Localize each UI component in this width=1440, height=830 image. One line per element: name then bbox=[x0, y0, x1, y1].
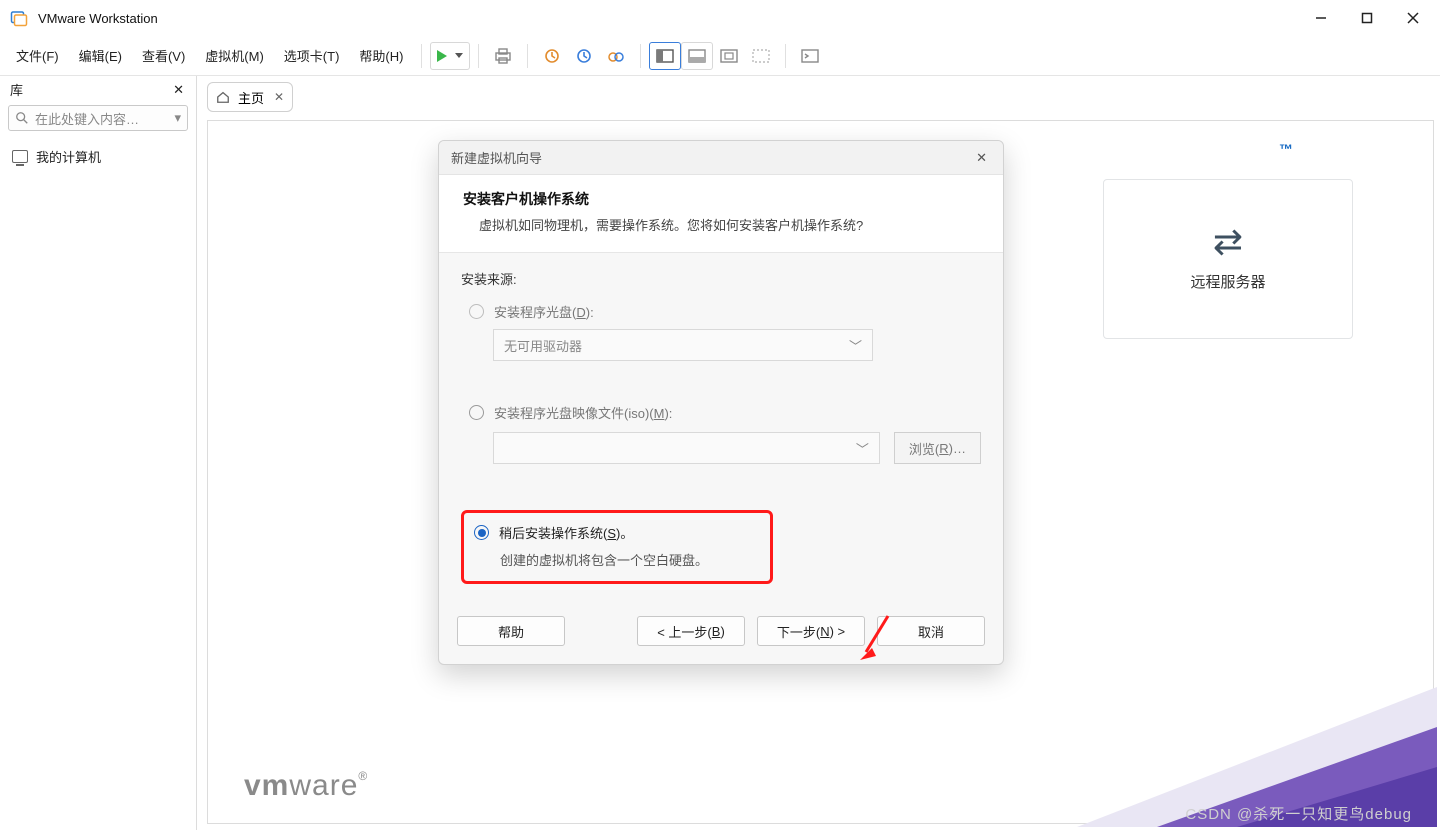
logo-rest: ware bbox=[289, 769, 358, 802]
radio-label: 安装程序光盘(D): bbox=[494, 302, 594, 321]
spacer bbox=[577, 616, 625, 646]
maximize-button[interactable] bbox=[1344, 0, 1390, 36]
chevron-down-icon: ﹀ bbox=[849, 336, 862, 355]
tab-home[interactable]: 主页 ✕ bbox=[207, 82, 293, 112]
registered-icon: ® bbox=[358, 769, 368, 783]
radio-installer-disc[interactable]: 安装程序光盘(D): bbox=[469, 302, 981, 321]
transfer-arrows-icon: ⇄ bbox=[1213, 227, 1243, 257]
library-close-icon[interactable]: ✕ bbox=[169, 82, 188, 98]
back-button[interactable]: < 上一步(B) bbox=[637, 616, 745, 646]
tab-label: 主页 bbox=[238, 88, 264, 107]
remote-server-label: 远程服务器 bbox=[1190, 271, 1265, 292]
menubar: 文件(F) 编辑(E) 查看(V) 虚拟机(M) 选项卡(T) 帮助(H) bbox=[0, 36, 1440, 76]
search-placeholder: 在此处键入内容… bbox=[35, 109, 139, 128]
snapshot-clock-blue-icon[interactable] bbox=[568, 42, 600, 70]
new-vm-wizard-dialog: 新建虚拟机向导 ✕ 安装客户机操作系统 虚拟机如同物理机，需要操作系统。您将如何… bbox=[438, 140, 1004, 665]
fullscreen-icon[interactable] bbox=[713, 42, 745, 70]
trademark-label: ™ bbox=[1279, 141, 1293, 157]
minimize-button[interactable] bbox=[1298, 0, 1344, 36]
play-icon bbox=[437, 50, 447, 62]
remote-server-card[interactable]: ⇄ 远程服务器 bbox=[1103, 179, 1353, 339]
sidebar: 库 ✕ 在此处键入内容… ▾ 我的计算机 bbox=[0, 76, 197, 830]
menu-vm[interactable]: 虚拟机(M) bbox=[195, 40, 274, 71]
library-label: 库 bbox=[10, 80, 23, 99]
console-icon[interactable] bbox=[794, 42, 826, 70]
dialog-footer: 帮助 < 上一步(B) 下一步(N) > 取消 bbox=[439, 602, 1003, 664]
power-on-button[interactable] bbox=[430, 42, 470, 70]
menu-view[interactable]: 查看(V) bbox=[132, 40, 195, 71]
separator bbox=[785, 44, 786, 68]
tab-close-icon[interactable]: ✕ bbox=[274, 90, 284, 104]
radio-icon bbox=[469, 405, 484, 420]
cancel-button[interactable]: 取消 bbox=[877, 616, 985, 646]
tree-item-label: 我的计算机 bbox=[36, 147, 101, 166]
menu-help[interactable]: 帮助(H) bbox=[349, 40, 413, 71]
dialog-header: 安装客户机操作系统 虚拟机如同物理机，需要操作系统。您将如何安装客户机操作系统? bbox=[439, 175, 1003, 253]
layout-split-left-icon[interactable] bbox=[649, 42, 681, 70]
install-later-sub: 创建的虚拟机将包含一个空白硬盘。 bbox=[500, 550, 756, 569]
app-icon bbox=[10, 9, 28, 27]
snapshot-clock-orange-icon[interactable] bbox=[536, 42, 568, 70]
separator bbox=[478, 44, 479, 68]
print-icon[interactable] bbox=[487, 42, 519, 70]
chevron-down-icon: ﹀ bbox=[856, 439, 869, 458]
radio-icon bbox=[474, 525, 489, 540]
iso-path-combo[interactable]: ﹀ bbox=[493, 432, 880, 464]
separator bbox=[421, 44, 422, 68]
radio-iso-file[interactable]: 安装程序光盘映像文件(iso)(M): bbox=[469, 403, 981, 422]
dropdown-caret-icon bbox=[455, 53, 463, 58]
radio-install-later[interactable]: 稍后安装操作系统(S)。 bbox=[474, 523, 756, 542]
dialog-title: 新建虚拟机向导 bbox=[451, 148, 542, 167]
menu-edit[interactable]: 编辑(E) bbox=[69, 40, 132, 71]
layout-split-bottom-icon[interactable] bbox=[681, 42, 713, 70]
vmware-logo: vmware® bbox=[244, 769, 368, 803]
radio-icon bbox=[469, 304, 484, 319]
library-tree: 我的计算机 bbox=[0, 135, 196, 178]
unity-icon[interactable] bbox=[745, 42, 777, 70]
next-button[interactable]: 下一步(N) > bbox=[757, 616, 865, 646]
highlight-box: 稍后安装操作系统(S)。 创建的虚拟机将包含一个空白硬盘。 bbox=[461, 510, 773, 584]
dialog-subheading: 虚拟机如同物理机，需要操作系统。您将如何安装客户机操作系统? bbox=[463, 215, 979, 234]
home-icon bbox=[216, 90, 230, 104]
browse-button[interactable]: 浏览(R)… bbox=[894, 432, 981, 464]
dialog-close-icon[interactable]: ✕ bbox=[972, 146, 991, 170]
iso-row: ﹀ 浏览(R)… bbox=[493, 432, 981, 464]
search-icon bbox=[15, 111, 29, 125]
library-header: 库 ✕ bbox=[0, 76, 196, 101]
menu-tabs[interactable]: 选项卡(T) bbox=[274, 40, 350, 71]
titlebar: VMware Workstation bbox=[0, 0, 1440, 36]
tabstrip: 主页 ✕ bbox=[207, 82, 293, 112]
radio-label: 安装程序光盘映像文件(iso)(M): bbox=[494, 403, 672, 422]
dialog-heading: 安装客户机操作系统 bbox=[463, 189, 979, 209]
dialog-body: 安装来源: 安装程序光盘(D): 无可用驱动器 ﹀ 安装程序光盘映像文件(iso… bbox=[439, 253, 1003, 602]
combo-value: 无可用驱动器 bbox=[504, 336, 582, 355]
logo-bold: vm bbox=[244, 769, 289, 802]
radio-label: 稍后安装操作系统(S)。 bbox=[499, 523, 633, 542]
search-dropdown-icon[interactable]: ▾ bbox=[174, 110, 181, 126]
separator bbox=[640, 44, 641, 68]
menu-file[interactable]: 文件(F) bbox=[6, 40, 69, 71]
close-button[interactable] bbox=[1390, 0, 1436, 36]
app-title: VMware Workstation bbox=[38, 11, 158, 26]
window-controls bbox=[1298, 0, 1436, 36]
disc-drive-combo[interactable]: 无可用驱动器 ﹀ bbox=[493, 329, 873, 361]
watermark: CSDN @杀死一只知更鸟debug bbox=[1185, 803, 1412, 824]
computer-icon bbox=[12, 150, 28, 163]
dialog-titlebar: 新建虚拟机向导 ✕ bbox=[439, 141, 1003, 175]
separator bbox=[527, 44, 528, 68]
install-source-label: 安装来源: bbox=[461, 269, 981, 288]
tree-item-my-computer[interactable]: 我的计算机 bbox=[8, 145, 188, 168]
snapshot-manager-icon[interactable] bbox=[600, 42, 632, 70]
help-button[interactable]: 帮助 bbox=[457, 616, 565, 646]
sidebar-search[interactable]: 在此处键入内容… ▾ bbox=[8, 105, 188, 131]
